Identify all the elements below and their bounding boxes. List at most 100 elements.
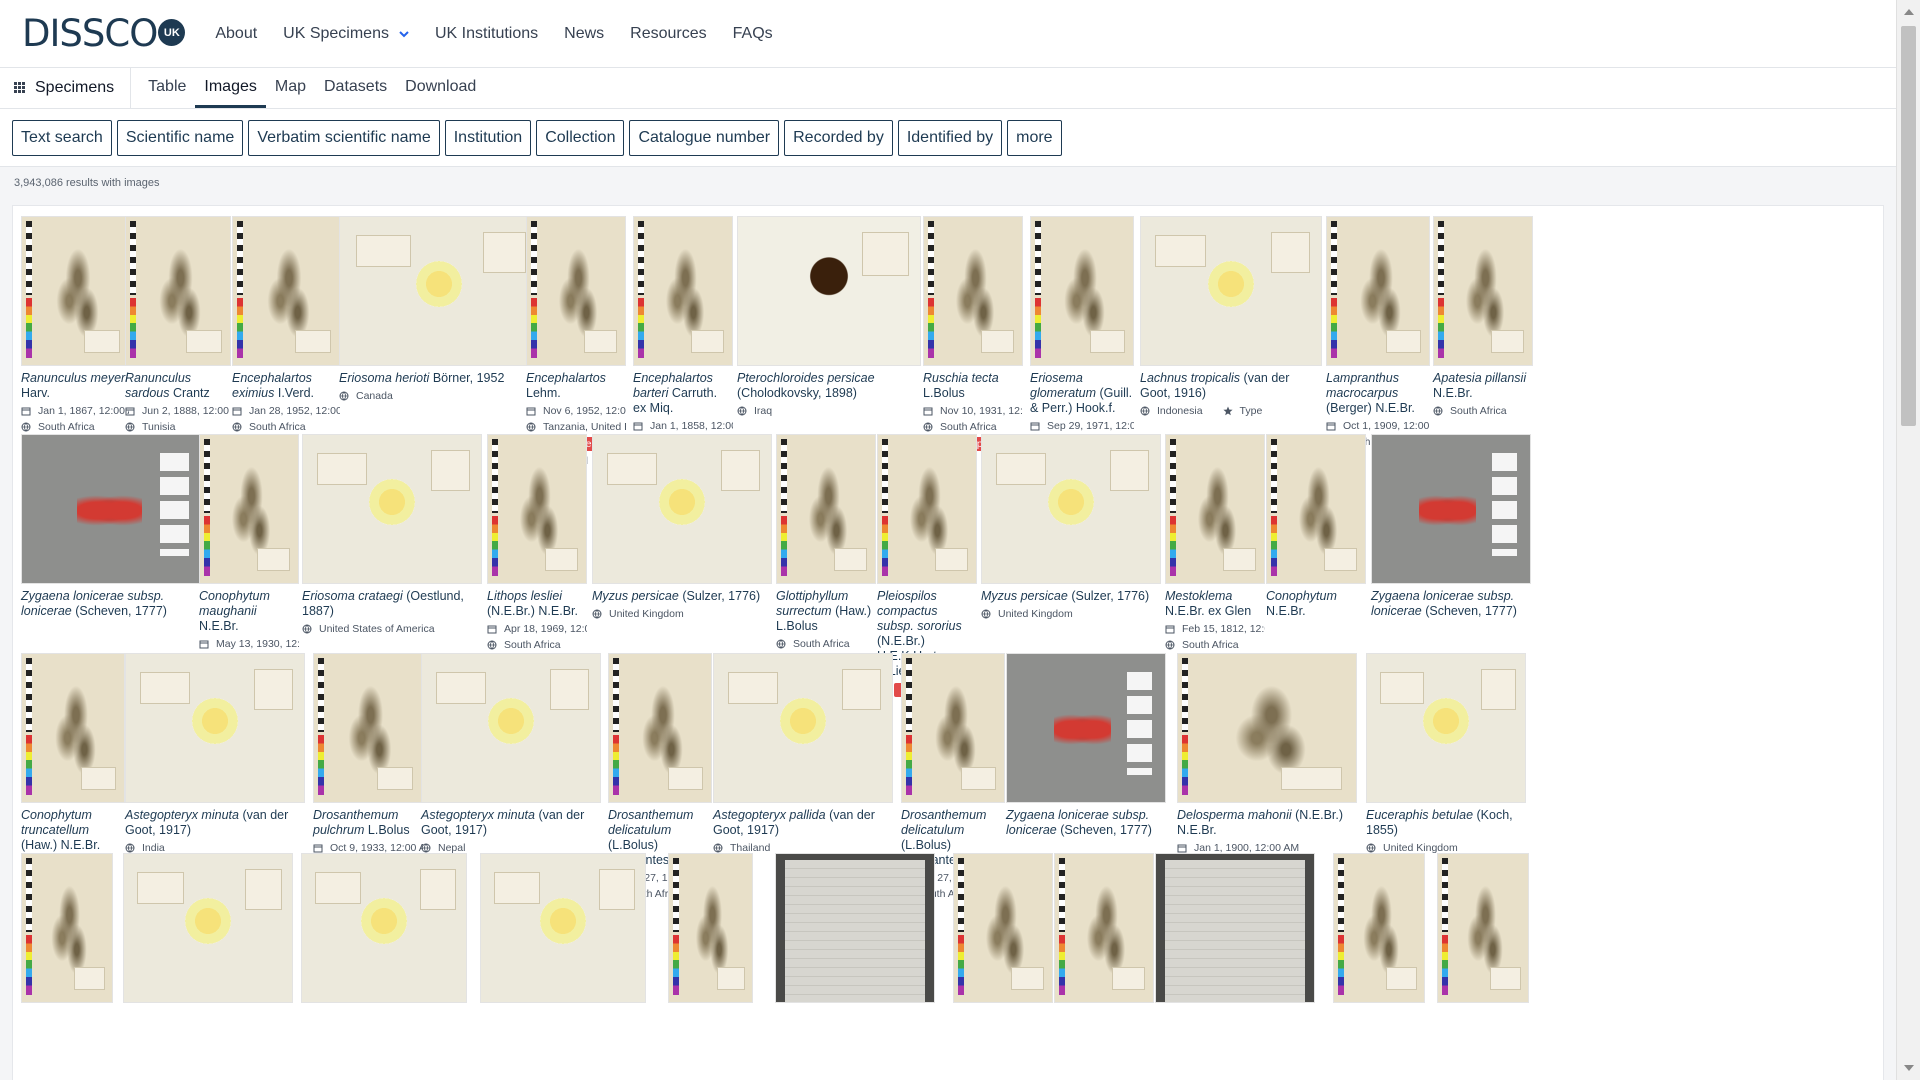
specimen-card[interactable]: Pterochloroides persicae (Cholodkovsky, …: [737, 216, 921, 417]
specimen-name[interactable]: Euceraphis betulae (Koch, 1855): [1366, 808, 1526, 838]
nav-resources[interactable]: Resources: [630, 25, 706, 43]
specimen-image[interactable]: [1326, 216, 1430, 366]
scroll-up-arrow-icon[interactable]: [1904, 9, 1914, 15]
specimen-image[interactable]: [953, 853, 1053, 1003]
specimen-image[interactable]: [1366, 653, 1526, 803]
scroll-down-arrow-icon[interactable]: [1904, 1065, 1914, 1071]
specimen-card[interactable]: [1437, 853, 1529, 1003]
specimen-card[interactable]: Ruschia tecta L.Bolus Nov 10, 1931, 12:00…: [923, 216, 1023, 451]
specimen-image[interactable]: [21, 653, 125, 803]
specimen-card[interactable]: Zygaena lonicerae subsp. lonicerae (Sche…: [1371, 434, 1531, 619]
filter-collection[interactable]: Collection: [536, 119, 625, 156]
specimen-name[interactable]: Zygaena lonicerae subsp. lonicerae (Sche…: [1006, 808, 1166, 838]
filter-catalogue-number[interactable]: Catalogue number: [629, 119, 780, 156]
specimen-image[interactable]: [313, 653, 423, 803]
specimen-image[interactable]: [1006, 653, 1166, 803]
specimen-card[interactable]: [1333, 853, 1425, 1003]
specimen-card[interactable]: Myzus persicae (Sulzer, 1776) United King…: [981, 434, 1161, 620]
specimen-image[interactable]: [21, 434, 205, 584]
specimen-card[interactable]: Mestoklema N.E.Br. ex Glen Feb 15, 1812, …: [1165, 434, 1265, 651]
specimen-image[interactable]: [713, 653, 893, 803]
specimen-card[interactable]: Zygaena lonicerae subsp. lonicerae (Sche…: [21, 434, 205, 619]
specimen-image[interactable]: [21, 216, 129, 366]
specimen-image[interactable]: [1165, 434, 1265, 584]
page-scrollbar[interactable]: [1896, 0, 1920, 1080]
specimen-image[interactable]: [737, 216, 921, 366]
specimen-card[interactable]: [21, 853, 113, 1003]
specimen-card[interactable]: Astegopteryx pallida (van der Goot, 1917…: [713, 653, 893, 854]
specimen-card[interactable]: Conophytum truncatellum (Haw.) N.E.Br.So…: [21, 653, 125, 869]
specimen-image[interactable]: [1371, 434, 1531, 584]
specimen-image[interactable]: [877, 434, 977, 584]
specimen-card[interactable]: Astegopteryx minuta (van der Goot, 1917)…: [125, 653, 305, 854]
specimen-image[interactable]: [232, 216, 340, 366]
specimen-image[interactable]: [775, 853, 935, 1003]
tab-images[interactable]: Images: [195, 68, 266, 108]
tab-table[interactable]: Table: [139, 68, 195, 108]
specimen-name[interactable]: Glottiphyllum surrectum (Haw.) L.Bolus: [776, 589, 876, 634]
tab-map[interactable]: Map: [266, 68, 315, 108]
specimen-name[interactable]: Drosanthemum pulchrum L.Bolus: [313, 808, 423, 838]
specimen-image[interactable]: [125, 216, 231, 366]
specimen-image[interactable]: [901, 653, 1005, 803]
specimen-image[interactable]: [668, 853, 753, 1003]
specimen-name[interactable]: Zygaena lonicerae subsp. lonicerae (Sche…: [21, 589, 205, 619]
specimen-image[interactable]: [123, 853, 293, 1003]
specimen-card[interactable]: Drosanthemum pulchrum L.Bolus Oct 9, 1933…: [313, 653, 423, 870]
specimen-card[interactable]: [1155, 853, 1315, 1003]
filter-more[interactable]: more: [1007, 119, 1062, 156]
specimen-card[interactable]: Conophytum N.E.Br.: [1266, 434, 1366, 619]
specimen-card[interactable]: Lithops lesliei (N.E.Br.) N.E.Br. Apr 18,…: [487, 434, 587, 685]
specimen-image[interactable]: [1266, 434, 1366, 584]
specimen-name[interactable]: Ranunculus meyeri Harv.: [21, 371, 129, 401]
specimen-card[interactable]: Ranunculus sardous Crantz Jun 2, 1888, 12…: [125, 216, 231, 433]
specimen-image[interactable]: [301, 853, 467, 1003]
specimen-card[interactable]: [953, 853, 1053, 1003]
specimen-card[interactable]: Delosperma mahonii (N.E.Br.) N.E.Br. Jan …: [1177, 653, 1357, 872]
specimen-image[interactable]: [1054, 853, 1154, 1003]
specimen-image[interactable]: [981, 434, 1161, 584]
specimen-image[interactable]: [302, 434, 482, 584]
specimen-name[interactable]: Mestoklema N.E.Br. ex Glen: [1165, 589, 1265, 619]
specimen-image[interactable]: [487, 434, 587, 584]
filter-institution[interactable]: Institution: [444, 119, 532, 156]
specimen-card[interactable]: [123, 853, 293, 1003]
filter-scientific-name[interactable]: Scientific name: [116, 119, 244, 156]
nav-faqs[interactable]: FAQs: [733, 25, 773, 43]
specimen-card[interactable]: Astegopteryx minuta (van der Goot, 1917)…: [421, 653, 601, 854]
specimen-card[interactable]: Myzus persicae (Sulzer, 1776) United King…: [592, 434, 772, 620]
specimen-card[interactable]: Euceraphis betulae (Koch, 1855) United Ki…: [1366, 653, 1526, 854]
specimen-image[interactable]: [1155, 853, 1315, 1003]
specimen-image[interactable]: [1177, 653, 1357, 803]
specimen-image[interactable]: [421, 653, 601, 803]
tab-datasets[interactable]: Datasets: [315, 68, 396, 108]
specimen-card[interactable]: Eriosoma crataegi (Oestlund, 1887) United…: [302, 434, 482, 635]
specimen-name[interactable]: Encephalartos eximius I.Verd.: [232, 371, 340, 401]
specimen-image[interactable]: [776, 434, 876, 584]
specimen-name[interactable]: Encephalartos Lehm.: [526, 371, 626, 401]
specimen-card[interactable]: Ranunculus meyeri Harv. Jan 1, 1867, 12:0…: [21, 216, 129, 433]
specimen-name[interactable]: Lithops lesliei (N.E.Br.) N.E.Br.: [487, 589, 587, 619]
specimen-image[interactable]: [1433, 216, 1533, 366]
nav-about[interactable]: About: [215, 25, 257, 43]
specimen-image[interactable]: [1333, 853, 1425, 1003]
nav-news[interactable]: News: [564, 25, 604, 43]
specimen-name[interactable]: Astegopteryx minuta (van der Goot, 1917): [421, 808, 601, 838]
nav-uk-specimens[interactable]: UK Specimens: [283, 25, 409, 43]
specimen-image[interactable]: [592, 434, 772, 584]
specimen-image[interactable]: [1437, 853, 1529, 1003]
specimen-image[interactable]: [339, 216, 539, 366]
tab-download[interactable]: Download: [396, 68, 485, 108]
specimen-card[interactable]: Apatesia pillansii N.E.Br. South Africa: [1433, 216, 1533, 417]
specimen-name[interactable]: Myzus persicae (Sulzer, 1776): [592, 589, 772, 604]
specimen-card[interactable]: Conophytum maughanii N.E.Br. May 13, 1930…: [199, 434, 299, 666]
specimen-card[interactable]: [775, 853, 935, 1003]
specimen-name[interactable]: Myzus persicae (Sulzer, 1776): [981, 589, 1161, 604]
specimen-name[interactable]: Eriosoma herioti Börner, 1952: [339, 371, 539, 386]
filter-identified-by[interactable]: Identified by: [897, 119, 1003, 156]
specimen-card[interactable]: Encephalartos eximius I.Verd. Jan 28, 195…: [232, 216, 340, 449]
specimen-name[interactable]: Astegopteryx pallida (van der Goot, 1917…: [713, 808, 893, 838]
specimen-image[interactable]: [125, 653, 305, 803]
specimen-image[interactable]: [1030, 216, 1134, 366]
specimen-image[interactable]: [21, 853, 113, 1003]
